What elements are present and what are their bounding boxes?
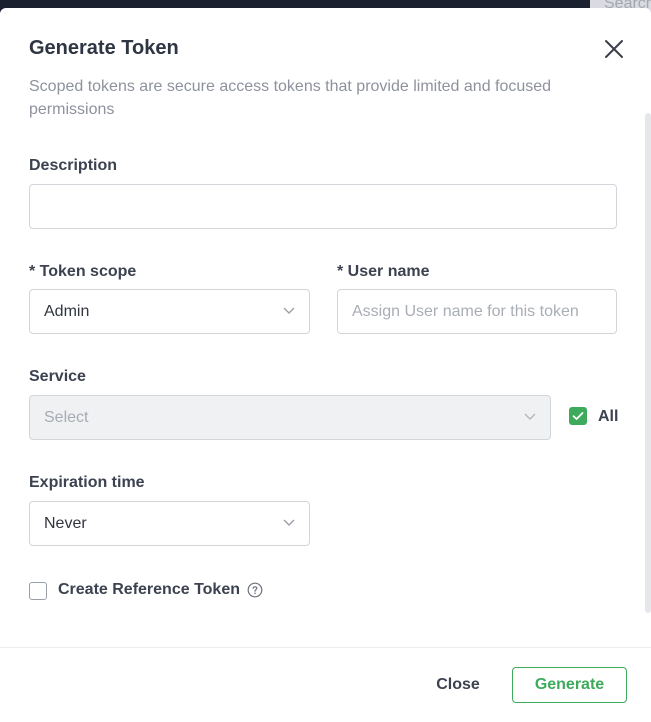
token-scope-select[interactable]: Admin bbox=[29, 289, 310, 334]
description-input[interactable] bbox=[29, 184, 617, 229]
generate-token-modal: Generate Token Scoped tokens are secure … bbox=[0, 8, 651, 722]
service-label: Service bbox=[29, 368, 86, 385]
modal-title: Generate Token bbox=[29, 37, 179, 59]
reference-token-label[interactable]: Create Reference Token bbox=[58, 581, 240, 599]
expiration-select[interactable]: Never bbox=[29, 501, 310, 546]
user-name-placeholder: Assign User name for this token bbox=[352, 302, 579, 320]
chevron-down-icon bbox=[283, 519, 295, 526]
description-label: Description bbox=[29, 157, 118, 174]
service-placeholder: Select bbox=[44, 408, 89, 426]
user-name-input[interactable]: Assign User name for this token bbox=[337, 289, 617, 334]
chevron-down-icon bbox=[524, 413, 536, 420]
reference-token-checkbox[interactable] bbox=[29, 582, 47, 600]
generate-button[interactable]: Generate bbox=[512, 667, 627, 703]
token-scope-value: Admin bbox=[44, 302, 90, 320]
modal-subtitle: Scoped tokens are secure access tokens t… bbox=[29, 78, 552, 118]
service-all-checkbox[interactable] bbox=[569, 407, 587, 425]
close-button[interactable]: Close bbox=[420, 667, 496, 703]
chevron-down-icon bbox=[283, 307, 295, 314]
expiration-value: Never bbox=[44, 514, 87, 532]
service-all-label[interactable]: All bbox=[598, 408, 618, 426]
check-icon bbox=[572, 412, 584, 420]
token-scope-label: * Token scope bbox=[29, 263, 137, 280]
footer-divider bbox=[0, 647, 651, 648]
user-name-label: * User name bbox=[337, 263, 430, 280]
modal-scrollbar[interactable] bbox=[645, 113, 651, 613]
close-icon[interactable] bbox=[602, 37, 626, 61]
service-select[interactable]: Select bbox=[29, 395, 551, 440]
expiration-label: Expiration time bbox=[29, 474, 145, 491]
help-circle-icon[interactable] bbox=[247, 582, 263, 598]
